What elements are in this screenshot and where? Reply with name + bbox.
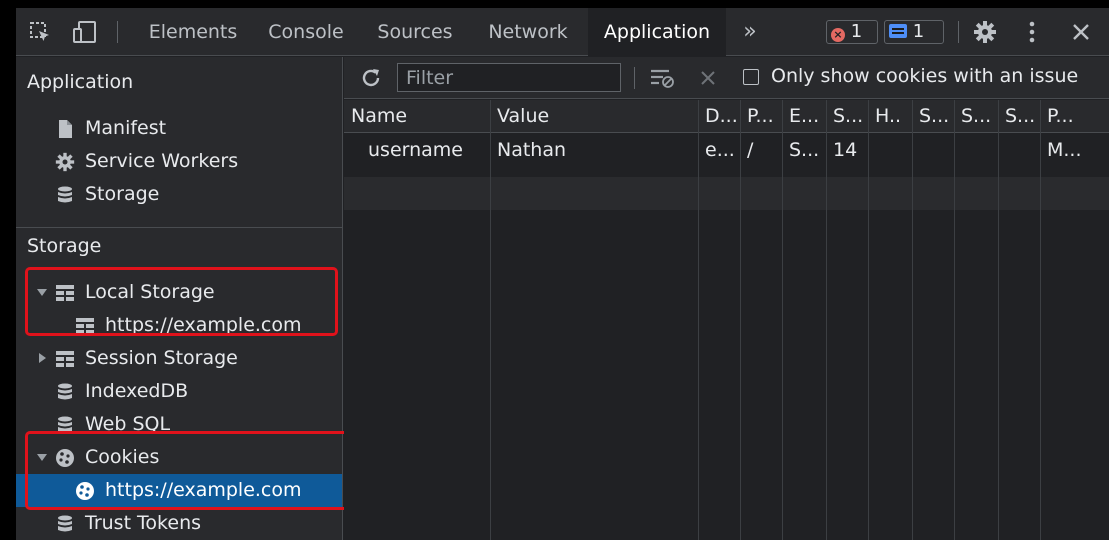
tab-application[interactable]: Application — [588, 8, 726, 56]
cookies-table: Name Value D... P... E... S... H.. S... S... S...… — [344, 100, 1109, 540]
sidebar-item-storage[interactable]: Storage — [16, 178, 342, 211]
table-cell — [961, 134, 997, 167]
only-issues-label: Only show cookies with an issue — [771, 65, 1079, 87]
devtools-tab-bar: Elements Console Sources Network Applica… — [16, 8, 1109, 56]
sidebar-item-label: Web SQL — [85, 413, 171, 435]
application-section-header: Application — [27, 71, 134, 93]
inspect-element-icon[interactable] — [28, 20, 52, 44]
sidebar-item-label: Storage — [85, 183, 160, 205]
table-cell: S... — [789, 139, 820, 161]
column-header[interactable]: E... — [789, 100, 825, 133]
error-count: 1 — [850, 21, 863, 42]
sidebar-item-manifest[interactable]: Manifest — [16, 112, 342, 145]
error-count-badge[interactable]: × 1 — [826, 20, 878, 44]
sidebar-item-service-workers[interactable]: Service Workers — [16, 145, 342, 178]
column-header[interactable]: H.. — [875, 100, 911, 133]
sidebar-item-label: IndexedDB — [85, 380, 189, 402]
database-icon — [58, 186, 72, 203]
more-options-icon[interactable] — [1022, 20, 1042, 44]
database-icon — [58, 515, 72, 532]
more-tabs-chevron-icon[interactable]: » — [732, 8, 768, 56]
table-grid-icon — [56, 351, 74, 367]
tab-separator — [117, 21, 118, 43]
sidebar-item-trust-tokens[interactable]: Trust Tokens — [16, 507, 342, 540]
sidebar-item-label: https://example.com — [105, 479, 302, 501]
device-toolbar-icon[interactable] — [72, 20, 98, 44]
file-icon — [59, 120, 72, 138]
sidebar-item-label: Cookies — [85, 446, 160, 468]
cookies-toolbar: Only show cookies with an issue — [344, 57, 1109, 99]
table-cell: M... — [1047, 139, 1082, 161]
expand-arrow-icon[interactable] — [37, 454, 47, 461]
sidebar-item-cookies-origin[interactable]: https://example.com — [16, 474, 342, 507]
table-row[interactable]: username Nathan e... / S... 14 M... — [344, 134, 1109, 167]
gear-icon — [55, 152, 75, 172]
close-icon[interactable] — [1069, 20, 1093, 44]
tab-console[interactable]: Console — [254, 8, 358, 56]
tab-separator — [958, 21, 959, 43]
table-cell: / — [747, 139, 754, 161]
tab-sources[interactable]: Sources — [360, 8, 470, 56]
sidebar-item-indexeddb[interactable]: IndexedDB — [16, 375, 342, 408]
gear-icon[interactable] — [973, 20, 997, 44]
sidebar-divider — [16, 227, 342, 228]
table-cell — [919, 134, 953, 167]
sidebar-item-local-storage[interactable]: Local Storage — [16, 276, 342, 309]
message-count-badge[interactable]: 1 — [884, 20, 944, 44]
filter-input[interactable] — [397, 63, 621, 92]
table-cell: 14 — [833, 139, 858, 161]
table-row-empty — [344, 177, 1109, 210]
sidebar-item-label: Local Storage — [85, 281, 215, 303]
column-header[interactable]: S... — [1005, 100, 1039, 133]
table-cell: Nathan — [497, 139, 567, 161]
clear-all-icon[interactable] — [699, 69, 717, 87]
tab-network[interactable]: Network — [472, 8, 584, 56]
table-cell — [875, 134, 911, 167]
sidebar-item-websql[interactable]: Web SQL — [16, 408, 342, 441]
column-header[interactable]: Value — [497, 100, 697, 133]
sidebar-item-label: Session Storage — [85, 347, 238, 369]
table-grid-icon — [56, 285, 74, 301]
clear-filter-icon[interactable] — [649, 67, 677, 89]
message-icon — [889, 24, 907, 38]
table-cell: username — [368, 139, 463, 161]
column-header[interactable]: S... — [833, 100, 867, 133]
column-header[interactable]: D... — [705, 100, 739, 133]
cookies-panel: Only show cookies with an issue NameValu… — [344, 57, 1109, 540]
cookie-icon — [76, 482, 94, 500]
cookie-icon — [56, 449, 74, 467]
sidebar-item-label: Service Workers — [85, 150, 239, 172]
sidebar-item-label: https://example.com — [105, 314, 302, 336]
application-sidebar: Application Manifest Service Workers Sto… — [16, 57, 352, 540]
sidebar-item-label: Manifest — [85, 117, 167, 139]
sidebar-item-local-storage-origin[interactable]: https://example.com — [16, 309, 342, 342]
column-header[interactable]: Name — [351, 100, 489, 133]
database-icon — [58, 383, 72, 400]
table-cell: e... — [705, 139, 735, 161]
error-icon: × — [831, 28, 845, 42]
storage-section-header: Storage — [27, 235, 102, 257]
column-header[interactable]: P... — [747, 100, 781, 133]
only-issues-checkbox[interactable] — [743, 69, 759, 85]
column-header[interactable]: S... — [919, 100, 953, 133]
tab-elements[interactable]: Elements — [133, 8, 253, 56]
refresh-icon[interactable] — [360, 67, 382, 89]
toolbar-separator — [634, 67, 635, 89]
sidebar-item-cookies[interactable]: Cookies — [16, 441, 342, 474]
sidebar-item-session-storage[interactable]: Session Storage — [16, 342, 342, 375]
table-cell — [1005, 134, 1039, 167]
collapse-arrow-icon[interactable] — [39, 353, 46, 363]
message-count: 1 — [912, 21, 925, 42]
database-icon — [58, 416, 72, 433]
column-header[interactable]: P... — [1047, 100, 1108, 133]
table-grid-icon — [76, 318, 94, 334]
sidebar-item-label: Trust Tokens — [85, 512, 202, 534]
expand-arrow-icon[interactable] — [37, 289, 47, 296]
column-header[interactable]: S... — [961, 100, 997, 133]
devtools-window: Elements Console Sources Network Applica… — [16, 8, 1109, 540]
